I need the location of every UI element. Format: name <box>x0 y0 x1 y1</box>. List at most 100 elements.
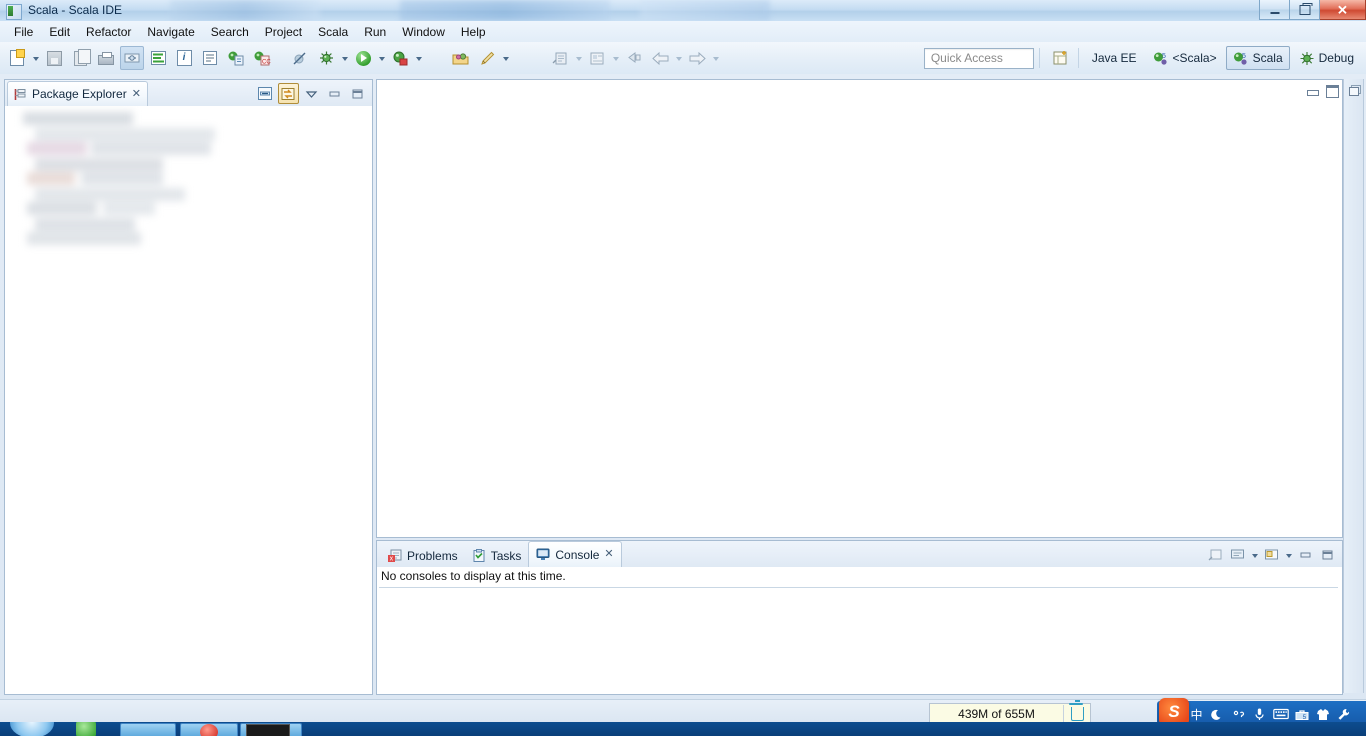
perspective-debug[interactable]: Debug <box>1292 46 1361 70</box>
last-edit-location-button[interactable] <box>622 46 646 70</box>
minimize-button[interactable] <box>1295 545 1316 566</box>
taskbar-app-icon[interactable] <box>246 724 290 736</box>
open-console-dropdown[interactable] <box>1283 544 1294 566</box>
run-garbage-collector-button[interactable] <box>1063 700 1090 722</box>
taskbar-app-icon[interactable] <box>200 724 218 736</box>
external-tools-button[interactable] <box>475 46 499 70</box>
package-explorer-tree[interactable] <box>5 106 372 694</box>
perspective-scala[interactable]: 5 Scala <box>1225 46 1290 70</box>
keyboard-icon[interactable] <box>1271 704 1290 724</box>
editor-canvas[interactable] <box>377 102 1342 537</box>
menu-run[interactable]: Run <box>356 23 394 41</box>
new-java-type-dropdown[interactable] <box>573 47 584 69</box>
quick-access-box[interactable] <box>923 47 1034 69</box>
restore-window-button[interactable] <box>1290 0 1320 20</box>
open-console-button[interactable] <box>1261 545 1282 566</box>
view-menu-button[interactable] <box>301 83 322 104</box>
menu-window[interactable]: Window <box>394 23 453 41</box>
svg-text:5: 5 <box>1162 53 1166 60</box>
console-body[interactable]: No consoles to display at this time. <box>377 567 1342 694</box>
minimize-window-button[interactable] <box>1259 0 1290 20</box>
skip-breakpoints-button[interactable] <box>288 46 312 70</box>
new-scala-class-button[interactable]: CC <box>250 46 274 70</box>
restore-button[interactable] <box>1346 83 1361 98</box>
print-button[interactable] <box>94 46 118 70</box>
debug-button[interactable] <box>314 46 338 70</box>
taskbar-app-icon[interactable] <box>76 722 96 736</box>
close-icon[interactable]: ✕ <box>604 549 613 560</box>
chinese-mode-icon[interactable]: 中 <box>1187 704 1206 724</box>
start-orb-icon[interactable] <box>10 722 54 736</box>
pin-console-button[interactable] <box>1205 545 1226 566</box>
coverage-button[interactable] <box>388 46 412 70</box>
open-type-dropdown[interactable] <box>610 47 621 69</box>
save-all-button[interactable] <box>68 46 92 70</box>
menu-scala[interactable]: Scala <box>310 23 356 41</box>
close-window-button[interactable]: ✕ <box>1320 0 1366 20</box>
toolbox-icon[interactable]: 5 <box>1292 704 1311 724</box>
trash-icon <box>1069 700 1084 721</box>
display-selected-console-button[interactable] <box>1227 545 1248 566</box>
toggle-markers-button[interactable] <box>120 46 144 70</box>
run-dropdown[interactable] <box>376 47 387 69</box>
menu-refactor[interactable]: Refactor <box>78 23 139 41</box>
minimize-button[interactable] <box>324 83 345 104</box>
save-button[interactable] <box>42 46 66 70</box>
moon-icon[interactable] <box>1208 704 1227 724</box>
forward-button[interactable] <box>685 46 709 70</box>
tab-label: Problems <box>407 549 458 563</box>
back-dropdown[interactable] <box>673 47 684 69</box>
microphone-icon[interactable] <box>1250 704 1269 724</box>
quick-access-input[interactable] <box>928 50 1029 66</box>
outline-button[interactable] <box>198 46 222 70</box>
window-controls: ✕ <box>1259 0 1366 21</box>
run-button[interactable] <box>351 46 375 70</box>
external-tools-dropdown[interactable] <box>500 47 511 69</box>
open-package-button[interactable] <box>449 46 473 70</box>
background-window-blur <box>640 0 770 21</box>
new-scala-project-icon <box>228 51 243 65</box>
tab-package-explorer[interactable]: Package Explorer ✕ <box>7 81 148 106</box>
tab-console[interactable]: Console ✕ <box>528 541 622 567</box>
collapse-all-button[interactable] <box>255 83 276 104</box>
minimize-button[interactable] <box>1304 82 1320 98</box>
punctuation-icon[interactable] <box>1229 704 1248 724</box>
maximize-button[interactable] <box>1317 545 1338 566</box>
new-java-type-button[interactable] <box>548 46 572 70</box>
menu-file[interactable]: File <box>6 23 41 41</box>
open-type-button[interactable] <box>585 46 609 70</box>
window-title: Scala - Scala IDE <box>28 3 123 17</box>
tab-problems[interactable]: x Problems <box>381 545 465 567</box>
heap-status[interactable]: 439M of 655M <box>929 700 1091 724</box>
tab-tasks[interactable]: Tasks <box>465 545 529 567</box>
skin-icon[interactable] <box>1313 704 1332 724</box>
display-console-dropdown[interactable] <box>1249 544 1260 566</box>
link-with-editor-button[interactable] <box>278 83 299 104</box>
taskbar-item[interactable] <box>120 723 176 736</box>
menu-search[interactable]: Search <box>203 23 257 41</box>
new-scala-project-button[interactable] <box>224 46 248 70</box>
info-button[interactable]: i <box>172 46 196 70</box>
perspective-java-ee[interactable]: Java EE <box>1085 46 1144 70</box>
new-wizard-button[interactable] <box>5 46 29 70</box>
tasks-icon <box>473 549 485 562</box>
scala-console-button[interactable] <box>146 46 170 70</box>
debug-dropdown[interactable] <box>339 47 350 69</box>
maximize-button[interactable] <box>347 83 368 104</box>
maximize-button[interactable] <box>1324 82 1340 98</box>
close-icon[interactable]: ✕ <box>132 88 141 100</box>
back-button[interactable] <box>648 46 672 70</box>
open-perspective-button[interactable] <box>1051 47 1073 69</box>
settings-icon[interactable] <box>1334 704 1353 724</box>
new-wizard-dropdown[interactable] <box>30 47 41 69</box>
scala-icon: 5 <box>1233 52 1247 65</box>
perspective-scala-alt[interactable]: 5 <Scala> <box>1146 46 1224 70</box>
menu-help[interactable]: Help <box>453 23 494 41</box>
last-edit-icon <box>628 52 641 63</box>
menu-project[interactable]: Project <box>257 23 310 41</box>
forward-dropdown[interactable] <box>710 47 721 69</box>
console-panel: x Problems Tasks Console ✕ No consoles t… <box>376 540 1343 695</box>
menu-navigate[interactable]: Navigate <box>139 23 202 41</box>
menu-edit[interactable]: Edit <box>41 23 78 41</box>
coverage-dropdown[interactable] <box>413 47 424 69</box>
